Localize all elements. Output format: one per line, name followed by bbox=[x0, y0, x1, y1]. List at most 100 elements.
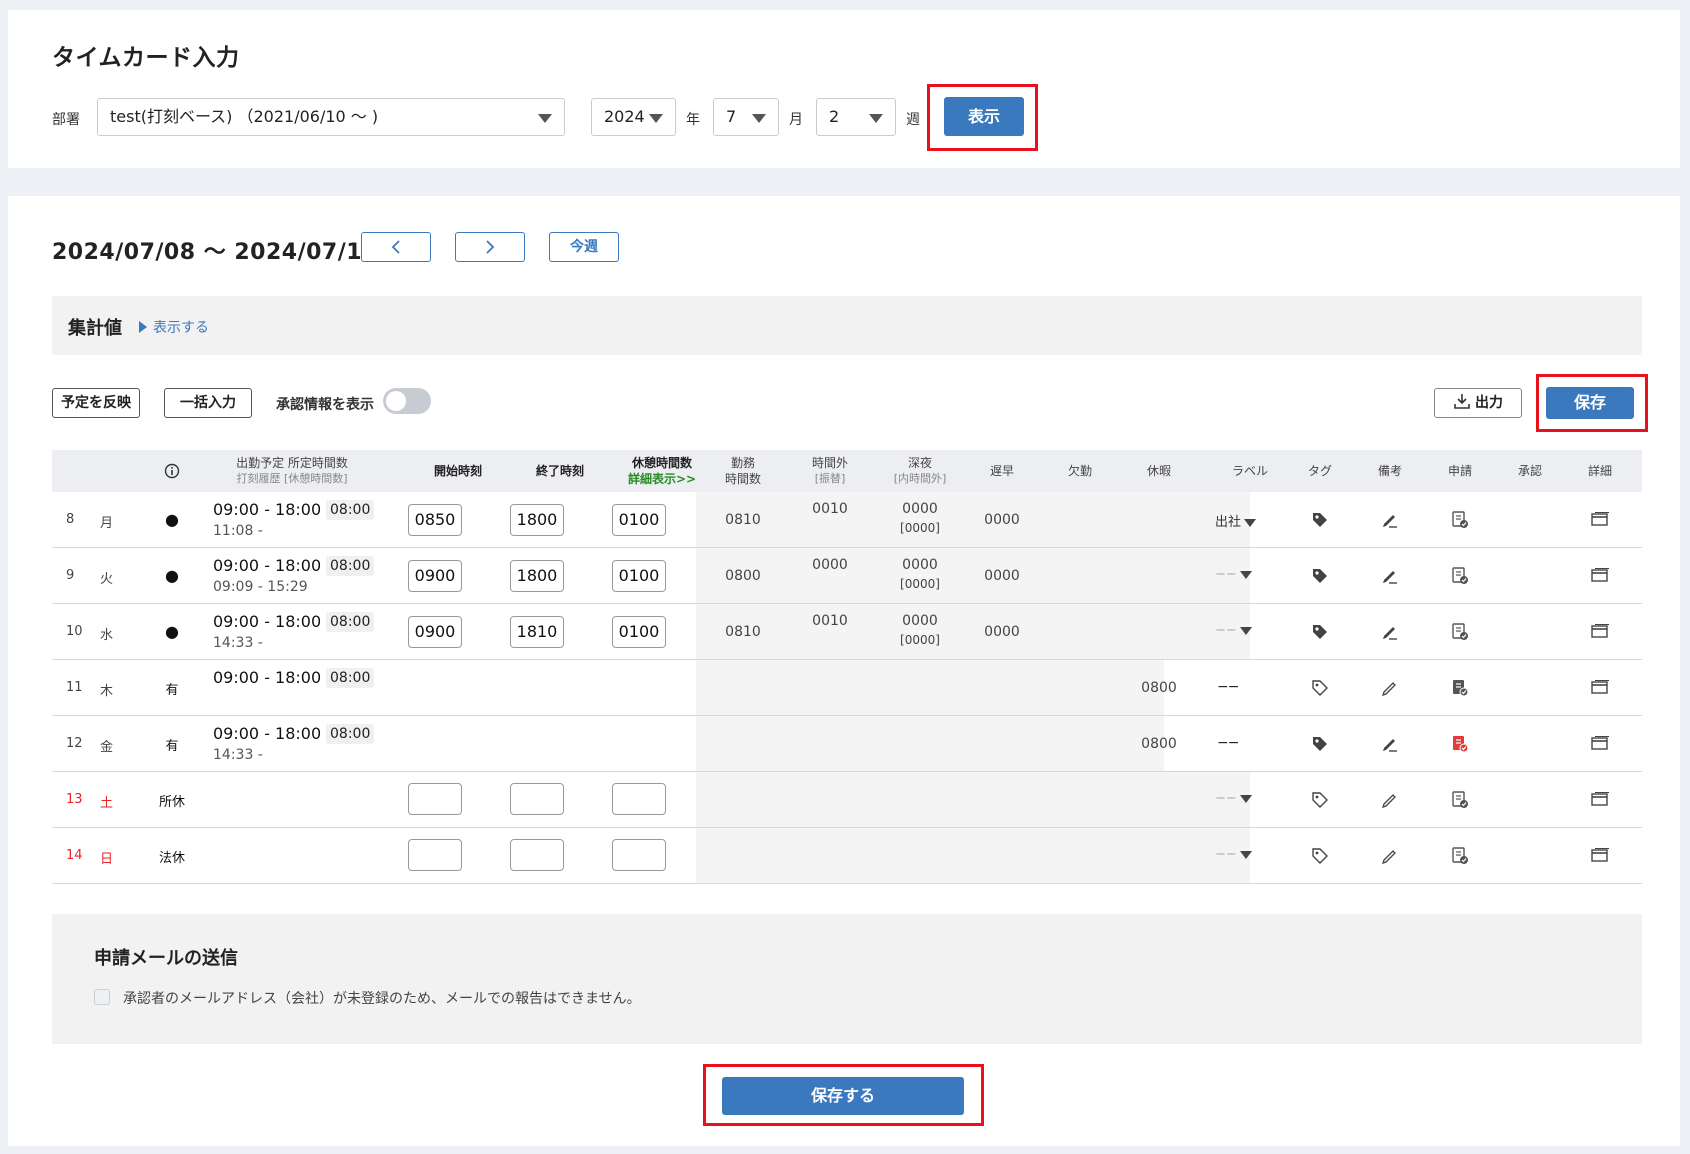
edit-note-icon[interactable] bbox=[1381, 735, 1399, 757]
end-time-input[interactable]: 1810 bbox=[510, 616, 564, 648]
dept-select-value: test(打刻ベース) （2021/06/10 〜 ) bbox=[110, 107, 379, 126]
dept-select[interactable]: test(打刻ベース) （2021/06/10 〜 ) bbox=[97, 98, 565, 136]
application-icon[interactable] bbox=[1451, 623, 1469, 645]
detail-window-icon[interactable] bbox=[1590, 567, 1610, 589]
label-dropdown[interactable]: −− bbox=[1215, 567, 1252, 582]
row-weekday: 金 bbox=[100, 740, 114, 755]
end-time-input[interactable] bbox=[510, 783, 564, 815]
row-schedule: 09:00 - 18:00 bbox=[213, 612, 322, 631]
detail-window-icon[interactable] bbox=[1590, 679, 1610, 701]
tag-icon[interactable] bbox=[1311, 791, 1329, 813]
row-leave: 0800 bbox=[1141, 736, 1177, 752]
row-overtime: 0000 bbox=[812, 557, 848, 573]
detail-window-icon[interactable] bbox=[1590, 511, 1610, 533]
next-week-button[interactable] bbox=[455, 232, 525, 262]
detail-window-icon[interactable] bbox=[1590, 735, 1610, 757]
schedule-column-header: 出勤予定 所定時間数 打刻履歴 [休憩時間数] bbox=[207, 450, 377, 492]
label-dropdown[interactable]: 出社 bbox=[1215, 511, 1257, 530]
application-icon[interactable] bbox=[1451, 511, 1469, 533]
tag-icon[interactable] bbox=[1311, 679, 1329, 701]
period-range: 2024/07/08 〜 2024/07/14 bbox=[52, 240, 378, 265]
row-weekday: 日 bbox=[100, 852, 114, 867]
start-time-input[interactable] bbox=[408, 783, 462, 815]
label-dropdown[interactable]: −− bbox=[1215, 791, 1252, 806]
application-icon[interactable] bbox=[1451, 791, 1469, 813]
export-button[interactable]: 出力 bbox=[1434, 388, 1522, 418]
month-select[interactable]: 7 bbox=[713, 98, 779, 136]
application-icon[interactable] bbox=[1451, 847, 1469, 869]
caret-down-icon bbox=[1239, 570, 1252, 579]
edit-note-icon[interactable] bbox=[1381, 847, 1399, 869]
row-night: 0000 bbox=[902, 613, 938, 629]
prev-week-button[interactable] bbox=[361, 232, 431, 262]
break-time-input[interactable]: 0100 bbox=[612, 504, 666, 536]
detail-window-icon[interactable] bbox=[1590, 847, 1610, 869]
timecard-card: 2024/07/08 〜 2024/07/14 今週 集計値 表示する 予定を反… bbox=[8, 196, 1680, 1146]
label-dropdown[interactable]: −− bbox=[1215, 847, 1252, 862]
break-time-input[interactable]: 0100 bbox=[612, 616, 666, 648]
row-punch-history: 09:09 - 15:29 bbox=[213, 579, 308, 595]
mail-panel: 申請メールの送信 承認者のメールアドレス（会社）が未登録のため、メールでの報告は… bbox=[52, 914, 1642, 1044]
detail-window-icon[interactable] bbox=[1590, 791, 1610, 813]
apply-schedule-button[interactable]: 予定を反映 bbox=[52, 388, 140, 418]
tag-icon[interactable] bbox=[1311, 847, 1329, 869]
night-header-2: [内時間外] bbox=[893, 472, 947, 485]
save-button[interactable]: 保存 bbox=[1546, 387, 1634, 419]
row-status: ● bbox=[165, 510, 179, 529]
row-date: 11 bbox=[66, 680, 83, 695]
row-late-early: 0000 bbox=[984, 512, 1020, 528]
chevron-down-icon bbox=[869, 114, 883, 123]
month-unit: 月 bbox=[789, 112, 803, 128]
summary-toggle[interactable]: 表示する bbox=[139, 317, 209, 337]
application-icon[interactable] bbox=[1451, 567, 1469, 589]
mail-checkbox[interactable] bbox=[94, 989, 110, 1005]
row-scheduled-hours: 08:00 bbox=[326, 556, 375, 576]
show-button[interactable]: 表示 bbox=[944, 97, 1024, 136]
end-time-input[interactable]: 1800 bbox=[510, 504, 564, 536]
break-time-input[interactable] bbox=[612, 839, 666, 871]
ot-header-1: 時間外 bbox=[811, 456, 848, 470]
edit-note-icon[interactable] bbox=[1381, 567, 1399, 589]
start-time-input[interactable]: 0900 bbox=[408, 560, 462, 592]
label-dropdown[interactable]: −− bbox=[1215, 623, 1252, 638]
table-header: 出勤予定 所定時間数 打刻履歴 [休憩時間数] 開始時刻 終了時刻 休憩時間数 詳細… bbox=[52, 450, 1642, 492]
row-work-hours: 0810 bbox=[725, 624, 761, 640]
footer-save-button[interactable]: 保存する bbox=[722, 1077, 964, 1115]
application-icon[interactable] bbox=[1451, 679, 1469, 701]
edit-note-icon[interactable] bbox=[1381, 511, 1399, 533]
row-weekday: 木 bbox=[100, 684, 114, 699]
bulk-input-button[interactable]: 一括入力 bbox=[164, 388, 252, 418]
tag-icon[interactable] bbox=[1311, 623, 1329, 645]
start-time-input[interactable] bbox=[408, 839, 462, 871]
week-select[interactable]: 2 bbox=[816, 98, 896, 136]
end-time-input[interactable]: 1800 bbox=[510, 560, 564, 592]
row-night: 0000 bbox=[902, 501, 938, 517]
tag-icon[interactable] bbox=[1311, 735, 1329, 757]
row-status: 法休 bbox=[158, 851, 185, 866]
start-header: 開始時刻 bbox=[433, 464, 482, 478]
edit-note-icon[interactable] bbox=[1381, 679, 1399, 701]
apply-header: 申請 bbox=[1447, 464, 1472, 478]
tag-icon[interactable] bbox=[1311, 511, 1329, 533]
info-icon[interactable] bbox=[164, 463, 180, 479]
edit-note-icon[interactable] bbox=[1381, 791, 1399, 813]
application-icon[interactable] bbox=[1451, 735, 1469, 757]
year-select[interactable]: 2024 bbox=[591, 98, 676, 136]
edit-note-icon[interactable] bbox=[1381, 623, 1399, 645]
row-date: 9 bbox=[66, 568, 75, 583]
this-week-button[interactable]: 今週 bbox=[549, 232, 619, 262]
row-status: 有 bbox=[165, 683, 179, 698]
show-approval-toggle[interactable] bbox=[383, 388, 431, 414]
table-row: 13 土 所休 −− bbox=[52, 772, 1642, 828]
detail-window-icon[interactable] bbox=[1590, 623, 1610, 645]
work-header-1: 勤務 bbox=[730, 456, 755, 470]
row-night: 0000 bbox=[902, 557, 938, 573]
tag-icon[interactable] bbox=[1311, 567, 1329, 589]
break-time-input[interactable]: 0100 bbox=[612, 560, 666, 592]
break-detail-link[interactable]: 詳細表示>> bbox=[612, 471, 712, 487]
break-time-input[interactable] bbox=[612, 783, 666, 815]
start-time-input[interactable]: 0900 bbox=[408, 616, 462, 648]
end-time-input[interactable] bbox=[510, 839, 564, 871]
start-time-input[interactable]: 0850 bbox=[408, 504, 462, 536]
row-status: 有 bbox=[165, 739, 179, 754]
